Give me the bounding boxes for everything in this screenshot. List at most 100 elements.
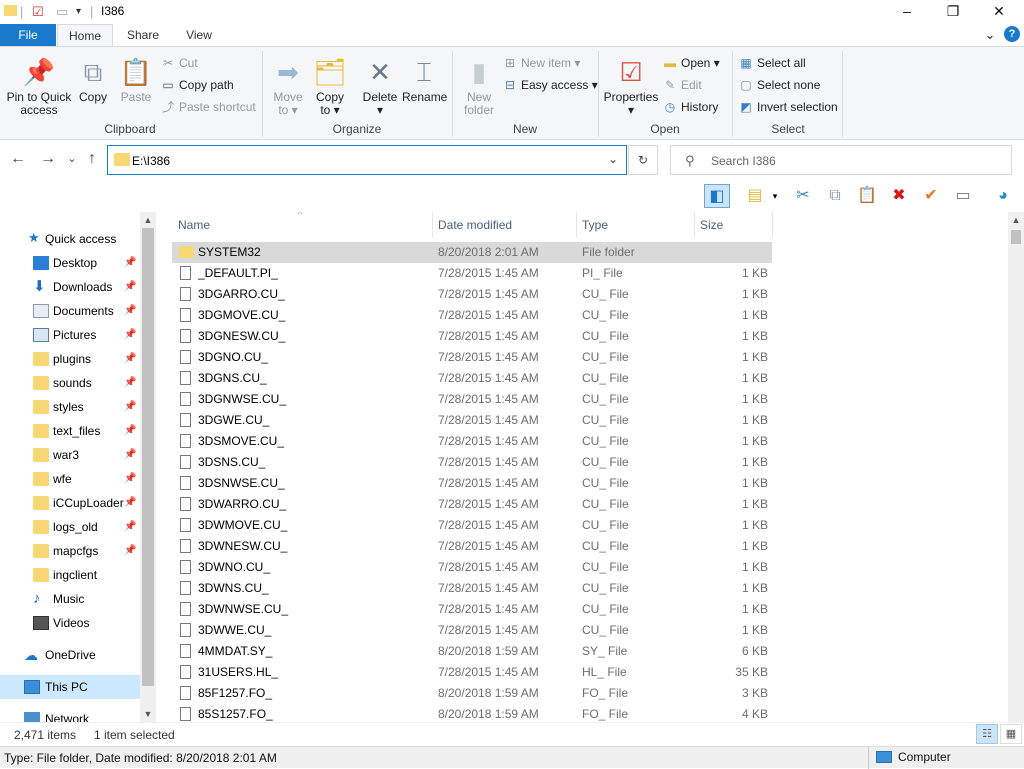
scroll-up-icon[interactable]: ▲: [140, 212, 156, 228]
delete-button[interactable]: ✕ Delete ▾: [358, 57, 402, 117]
sidebar-item-logs-old[interactable]: logs_old 📌: [0, 515, 140, 539]
customize-quick-access-icon[interactable]: ▾: [76, 3, 81, 21]
details-view-icon[interactable]: ☷: [976, 724, 998, 744]
file-row[interactable]: 3DWNO.CU_ 7/28/2015 1:45 AM CU_ File 1 KB: [172, 557, 772, 578]
tab-view[interactable]: View: [176, 24, 222, 46]
history-button[interactable]: ◷ History: [662, 97, 719, 117]
invert-selection-button[interactable]: ◩ Invert selection: [738, 97, 837, 117]
sidebar-item-mapcfgs[interactable]: mapcfgs 📌: [0, 539, 140, 563]
new-folder-quick-icon[interactable]: ▭: [56, 3, 68, 21]
copy-path-button[interactable]: ▭ Copy path: [160, 75, 233, 95]
sidebar-item-sounds[interactable]: sounds 📌: [0, 371, 140, 395]
new-item-toolbar-icon[interactable]: ▤: [742, 184, 768, 208]
file-row[interactable]: 3DGMOVE.CU_ 7/28/2015 1:45 AM CU_ File 1 KB: [172, 305, 772, 326]
sidebar-item-wfe[interactable]: wfe 📌: [0, 467, 140, 491]
forward-arrow-icon[interactable]: →: [38, 150, 58, 168]
move-to-button[interactable]: ➡ Move to ▾: [266, 57, 310, 117]
tab-share[interactable]: Share: [118, 24, 168, 46]
address-dropdown-icon[interactable]: ⌄: [608, 152, 618, 166]
up-arrow-icon[interactable]: ↑: [82, 150, 102, 168]
select-all-button[interactable]: ▦ Select all: [738, 53, 805, 73]
file-row[interactable]: 3DWNESW.CU_ 7/28/2015 1:45 AM CU_ File 1 KB: [172, 536, 772, 557]
rename-toolbar-icon[interactable]: ▭: [950, 184, 976, 208]
file-row[interactable]: 4MMDAT.SY_ 8/20/2018 1:59 AM SY_ File 6 KB: [172, 641, 772, 662]
paste-button[interactable]: 📋 Paste: [116, 57, 156, 104]
sidebar-item-ingclient[interactable]: ingclient: [0, 563, 140, 587]
sidebar-item-desktop[interactable]: Desktop 📌: [0, 251, 140, 275]
rename-button[interactable]: ⌶ Rename: [402, 57, 447, 104]
scroll-up-icon[interactable]: ▲: [1008, 212, 1024, 228]
close-button[interactable]: ✕: [976, 0, 1022, 24]
sidebar-item-iccuploader[interactable]: iCCupLoader 📌: [0, 491, 140, 515]
file-list-scrollbar[interactable]: ▲: [1008, 212, 1024, 722]
sidebar-item-onedrive[interactable]: ☁ OneDrive: [0, 643, 140, 667]
ribbon-expand-icon[interactable]: ⌄: [982, 24, 998, 46]
cut-button[interactable]: ✂ Cut: [160, 53, 198, 73]
address-bar[interactable]: E:\I386 ⌄: [107, 145, 627, 175]
file-row[interactable]: 3DGWE.CU_ 7/28/2015 1:45 AM CU_ File 1 KB: [172, 410, 772, 431]
column-header-size[interactable]: Size: [694, 212, 772, 238]
sidebar-item-plugins[interactable]: plugins 📌: [0, 347, 140, 371]
scrollbar-thumb[interactable]: [142, 228, 154, 686]
scrollbar-thumb[interactable]: [1011, 230, 1021, 244]
file-row[interactable]: _DEFAULT.PI_ 7/28/2015 1:45 AM PI_ File 1 K…: [172, 263, 772, 284]
copy-toolbar-icon[interactable]: ⧉: [822, 184, 848, 208]
scroll-down-icon[interactable]: ▼: [140, 706, 156, 722]
edit-button[interactable]: ✎ Edit: [662, 75, 702, 95]
properties-quick-icon[interactable]: ☑: [32, 3, 44, 21]
file-row[interactable]: 31USERS.HL_ 7/28/2015 1:45 AM HL_ File 35 K…: [172, 662, 772, 683]
column-header-date[interactable]: Date modified: [432, 212, 576, 238]
file-row[interactable]: 85F1257.FO_ 8/20/2018 1:59 AM FO_ File 3 KB: [172, 683, 772, 704]
file-row[interactable]: 85S1257.FO_ 8/20/2018 1:59 AM FO_ File 4 KB: [172, 704, 772, 722]
file-row[interactable]: 3DGNWSE.CU_ 7/28/2015 1:45 AM CU_ File 1 KB: [172, 389, 772, 410]
preview-pane-icon[interactable]: ◧: [704, 184, 730, 208]
sidebar-item-pictures[interactable]: Pictures 📌: [0, 323, 140, 347]
sidebar-item-text-files[interactable]: text_files 📌: [0, 419, 140, 443]
file-row[interactable]: 3DWARRO.CU_ 7/28/2015 1:45 AM CU_ File 1 KB: [172, 494, 772, 515]
file-row[interactable]: 3DWWE.CU_ 7/28/2015 1:45 AM CU_ File 1 KB: [172, 620, 772, 641]
recent-locations-icon[interactable]: ⌄: [62, 152, 82, 165]
checkmark-toolbar-icon[interactable]: ✔: [918, 184, 944, 208]
file-row[interactable]: 3DSNWSE.CU_ 7/28/2015 1:45 AM CU_ File 1 KB: [172, 473, 772, 494]
tab-file[interactable]: File: [0, 24, 56, 46]
delete-toolbar-icon[interactable]: ✖: [886, 184, 912, 208]
sidebar-item-network[interactable]: Network: [0, 707, 140, 722]
nav-scrollbar[interactable]: ▲ ▼: [140, 212, 156, 722]
address-path[interactable]: E:\I386: [132, 154, 170, 168]
sidebar-item-quick-access[interactable]: ★ Quick access: [0, 227, 140, 251]
file-row[interactable]: 3DGNO.CU_ 7/28/2015 1:45 AM CU_ File 1 KB: [172, 347, 772, 368]
open-button[interactable]: ▬ Open ▾: [662, 53, 720, 73]
file-row[interactable]: 3DGARRO.CU_ 7/28/2015 1:45 AM CU_ File 1 KB: [172, 284, 772, 305]
globe-toolbar-icon[interactable]: ◕: [990, 184, 1016, 208]
back-arrow-icon[interactable]: ←: [8, 150, 28, 168]
file-row[interactable]: 3DSNS.CU_ 7/28/2015 1:45 AM CU_ File 1 KB: [172, 452, 772, 473]
pin-to-quick-access-button[interactable]: 📌 Pin to Quick access: [4, 57, 74, 117]
tab-home[interactable]: Home: [57, 24, 113, 47]
refresh-button[interactable]: ↻: [628, 145, 658, 175]
search-box[interactable]: ⚲ Search I386: [670, 145, 1012, 175]
properties-button[interactable]: ☑ Properties ▾: [602, 57, 660, 117]
file-row[interactable]: 3DWNS.CU_ 7/28/2015 1:45 AM CU_ File 1 KB: [172, 578, 772, 599]
sidebar-item-music[interactable]: ♪ Music: [0, 587, 140, 611]
select-none-button[interactable]: ▢ Select none: [738, 75, 820, 95]
help-icon[interactable]: ?: [1004, 26, 1020, 42]
folder-row[interactable]: SYSTEM32 8/20/2018 2:01 AM File folder: [172, 242, 772, 263]
column-divider[interactable]: [772, 212, 773, 238]
sidebar-item-war3[interactable]: war3 📌: [0, 443, 140, 467]
new-folder-button[interactable]: ▮ New folder: [458, 57, 500, 117]
maximize-button[interactable]: ❐: [930, 0, 976, 24]
sidebar-item-downloads[interactable]: ⬇ Downloads 📌: [0, 275, 140, 299]
copy-to-button[interactable]: 🗂 Copy to ▾: [310, 57, 350, 117]
sidebar-item-styles[interactable]: styles 📌: [0, 395, 140, 419]
new-item-dropdown-icon[interactable]: ▾: [768, 184, 782, 208]
file-row[interactable]: 3DWMOVE.CU_ 7/28/2015 1:45 AM CU_ File 1 KB: [172, 515, 772, 536]
file-row[interactable]: 3DWNWSE.CU_ 7/28/2015 1:45 AM CU_ File 1 KB: [172, 599, 772, 620]
file-row[interactable]: 3DGNESW.CU_ 7/28/2015 1:45 AM CU_ File 1 KB: [172, 326, 772, 347]
sidebar-item-this-pc[interactable]: This PC: [0, 675, 140, 699]
column-header-type[interactable]: Type: [576, 212, 694, 238]
minimize-button[interactable]: –: [884, 0, 930, 24]
paste-shortcut-button[interactable]: ⤴ Paste shortcut: [160, 97, 256, 117]
easy-access-button[interactable]: ⊟ Easy access ▾: [502, 75, 598, 95]
sidebar-item-documents[interactable]: Documents 📌: [0, 299, 140, 323]
file-row[interactable]: 3DSMOVE.CU_ 7/28/2015 1:45 AM CU_ File 1 KB: [172, 431, 772, 452]
